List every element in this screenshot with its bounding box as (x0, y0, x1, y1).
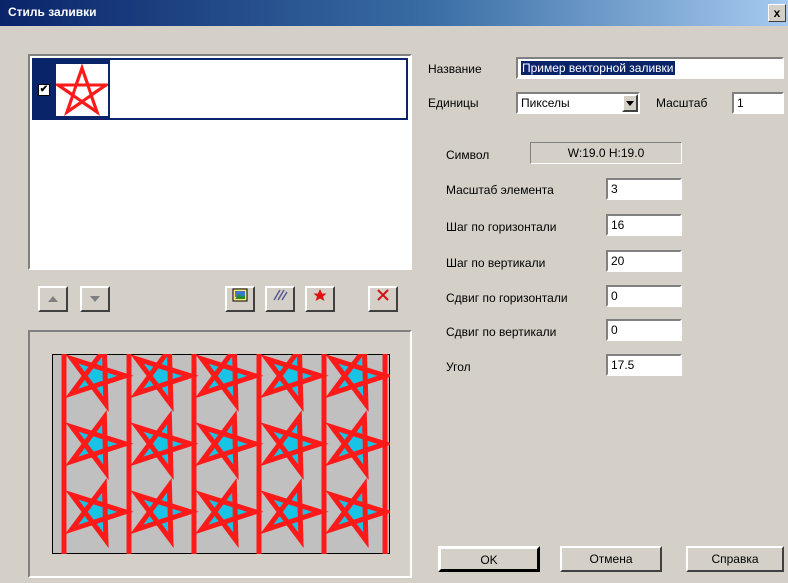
preview-panel (28, 330, 412, 578)
arrow-up-icon (48, 296, 58, 302)
delete-icon (377, 289, 389, 301)
units-value: Пикселы (521, 96, 570, 110)
name-label: Название (428, 62, 482, 76)
arrow-down-icon (90, 296, 100, 302)
item-checkbox[interactable]: ✔ (38, 84, 50, 96)
delete-button[interactable] (368, 286, 398, 312)
image-icon (232, 288, 248, 302)
name-field[interactable]: Пример векторной заливки (516, 57, 784, 79)
symbol-label: Символ (446, 148, 490, 162)
fill-preview (52, 354, 390, 554)
ok-button[interactable]: OK (438, 546, 540, 572)
title-bar: Стиль заливки x (0, 0, 788, 26)
close-button[interactable]: x (768, 4, 786, 22)
angle-field[interactable]: 17.5 (606, 354, 682, 376)
symbol-size-display: W:19.0 H:19.0 (530, 142, 682, 164)
add-hatch-button[interactable] (265, 286, 295, 312)
h-shift-field[interactable]: 0 (606, 285, 682, 307)
cancel-button[interactable]: Отмена (560, 546, 662, 572)
star-icon (313, 289, 327, 301)
angle-label: Угол (446, 360, 471, 374)
scale-label: Масштаб (656, 96, 708, 110)
window-title: Стиль заливки (8, 5, 97, 19)
h-shift-label: Сдвиг по горизонтали (446, 291, 568, 305)
move-up-button[interactable] (38, 286, 68, 312)
v-step-field[interactable]: 20 (606, 250, 682, 272)
v-shift-field[interactable]: 0 (606, 319, 682, 341)
star-symbol-icon (56, 64, 108, 116)
help-button[interactable]: Справка (686, 546, 784, 572)
v-step-label: Шаг по вертикали (446, 256, 546, 270)
element-scale-field[interactable]: 3 (606, 178, 682, 200)
name-value: Пример векторной заливки (521, 61, 675, 75)
scale-field[interactable]: 1 (732, 92, 784, 114)
hatch-icon (273, 289, 288, 301)
v-shift-label: Сдвиг по вертикали (446, 325, 557, 339)
add-symbol-button[interactable] (305, 286, 335, 312)
units-select[interactable]: Пикселы (516, 92, 640, 114)
h-step-label: Шаг по горизонтали (446, 220, 557, 234)
add-image-button[interactable] (225, 286, 255, 312)
move-down-button[interactable] (80, 286, 110, 312)
units-label: Единицы (428, 96, 479, 110)
h-step-field[interactable]: 16 (606, 214, 682, 236)
dropdown-arrow-icon[interactable] (622, 94, 638, 112)
element-scale-label: Масштаб элемента (446, 183, 554, 197)
list-item[interactable]: ✔ (32, 58, 408, 120)
pattern-list[interactable]: ✔ (28, 54, 412, 270)
